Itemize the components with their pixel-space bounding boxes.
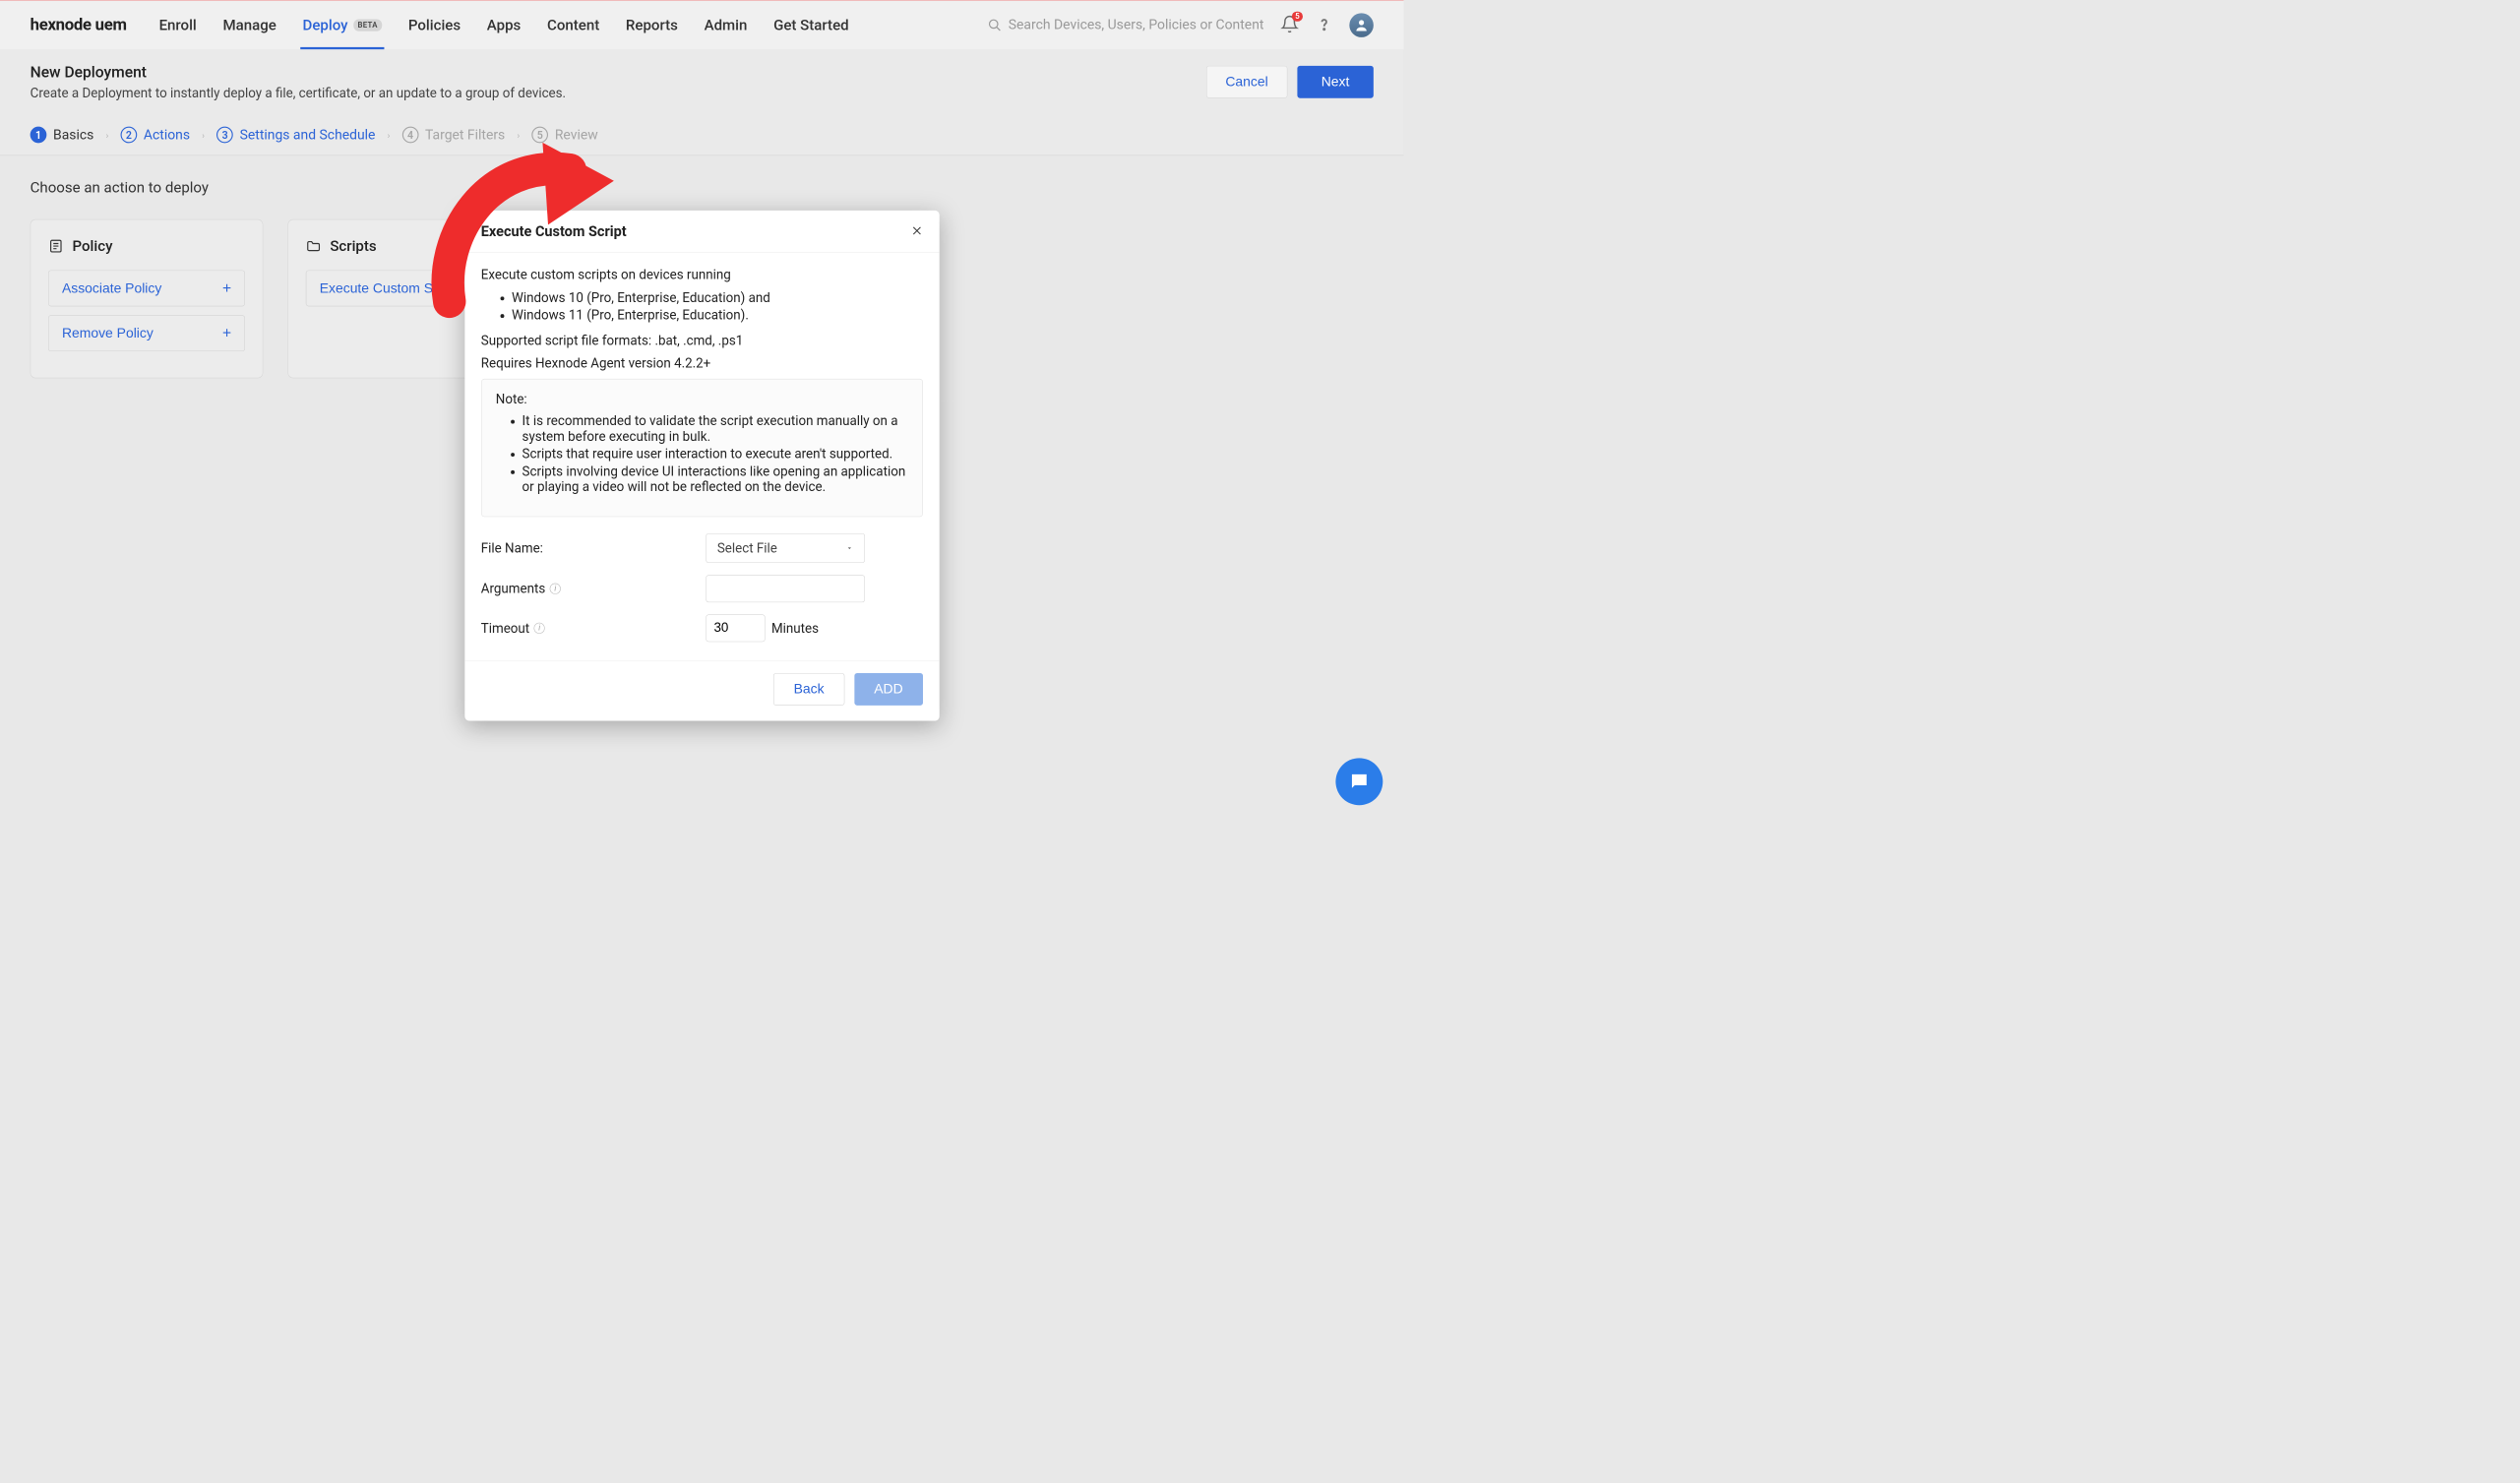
notifications-button[interactable]: 5 bbox=[1280, 15, 1299, 35]
chevron-right-icon: › bbox=[388, 130, 391, 141]
supported-formats: Supported script file formats: .bat, .cm… bbox=[481, 333, 923, 348]
chat-widget-button[interactable] bbox=[1335, 758, 1383, 805]
timeout-row: Timeout i Minutes bbox=[481, 614, 923, 642]
wizard-steps: 1Basics › 2Actions › 3Settings and Sched… bbox=[0, 114, 1403, 155]
chat-icon bbox=[1348, 771, 1370, 792]
file-name-label: File Name: bbox=[481, 540, 706, 556]
nav-manage[interactable]: Manage bbox=[220, 1, 278, 50]
search-icon bbox=[988, 18, 1002, 31]
page-desc: Create a Deployment to instantly deploy … bbox=[31, 86, 566, 101]
step-actions[interactable]: 2Actions bbox=[121, 127, 191, 144]
timeout-input[interactable] bbox=[706, 614, 765, 642]
modal-intro: Execute custom scripts on devices runnin… bbox=[481, 267, 923, 282]
arguments-label: Arguments i bbox=[481, 581, 706, 596]
brand-logo: hexnode uem bbox=[11, 16, 127, 34]
execute-script-modal: Execute Custom Script Execute custom scr… bbox=[464, 211, 939, 721]
add-button[interactable]: ADD bbox=[854, 673, 923, 706]
modal-footer: Back ADD bbox=[464, 660, 939, 720]
topbar-right: Search Devices, Users, Policies or Conte… bbox=[988, 13, 1374, 37]
nav-enroll[interactable]: Enroll bbox=[156, 1, 199, 50]
agent-version: Requires Hexnode Agent version 4.2.2+ bbox=[481, 355, 923, 371]
note-label: Note: bbox=[496, 392, 908, 407]
policy-icon bbox=[48, 238, 64, 254]
nav-reports[interactable]: Reports bbox=[624, 1, 680, 50]
timeout-unit: Minutes bbox=[771, 621, 819, 637]
close-icon bbox=[910, 224, 922, 236]
nav-content[interactable]: Content bbox=[545, 1, 602, 50]
back-button[interactable]: Back bbox=[773, 673, 844, 706]
topbar: hexnode uem Enroll Manage Deploy BETA Po… bbox=[0, 0, 1403, 49]
step-settings[interactable]: 3Settings and Schedule bbox=[216, 127, 375, 144]
modal-close-button[interactable] bbox=[910, 224, 922, 238]
chevron-right-icon: › bbox=[202, 130, 205, 141]
user-avatar[interactable] bbox=[1349, 13, 1374, 37]
avatar-icon bbox=[1354, 18, 1370, 33]
arguments-input[interactable] bbox=[706, 575, 865, 602]
chevron-right-icon: › bbox=[517, 130, 520, 141]
nav-deploy-label: Deploy bbox=[303, 16, 348, 33]
folder-icon bbox=[306, 238, 322, 254]
nav-policies[interactable]: Policies bbox=[406, 1, 463, 50]
policy-card-title: Policy bbox=[48, 237, 245, 255]
page-title: New Deployment bbox=[31, 63, 566, 81]
global-search[interactable]: Search Devices, Users, Policies or Conte… bbox=[988, 17, 1264, 32]
arguments-row: Arguments i bbox=[481, 575, 923, 602]
nav-apps[interactable]: Apps bbox=[485, 1, 523, 50]
caret-down-icon bbox=[845, 544, 853, 552]
info-icon[interactable]: i bbox=[550, 584, 561, 594]
main-nav: Enroll Manage Deploy BETA Policies Apps … bbox=[156, 1, 850, 50]
subheader-titles: New Deployment Create a Deployment to in… bbox=[31, 63, 566, 100]
modal-title: Execute Custom Script bbox=[481, 223, 627, 240]
associate-policy-action[interactable]: Associate Policy+ bbox=[48, 271, 245, 307]
search-placeholder: Search Devices, Users, Policies or Conte… bbox=[1009, 17, 1264, 32]
nav-admin[interactable]: Admin bbox=[702, 1, 749, 50]
modal-header: Execute Custom Script bbox=[464, 211, 939, 253]
step-target-filters: 4Target Filters bbox=[402, 127, 506, 144]
policy-card: Policy Associate Policy+ Remove Policy+ bbox=[31, 219, 264, 379]
remove-policy-action[interactable]: Remove Policy+ bbox=[48, 315, 245, 351]
step-basics[interactable]: 1Basics bbox=[31, 127, 94, 144]
help-button[interactable] bbox=[1316, 15, 1333, 34]
note-list: It is recommended to validate the script… bbox=[496, 413, 908, 494]
page-subheader: New Deployment Create a Deployment to in… bbox=[0, 49, 1403, 114]
subheader-actions: Cancel Next bbox=[1206, 66, 1374, 98]
notification-count-badge: 5 bbox=[1292, 11, 1303, 21]
plus-icon: + bbox=[222, 325, 231, 342]
help-icon bbox=[1316, 15, 1333, 32]
info-icon[interactable]: i bbox=[534, 623, 545, 634]
file-select-dropdown[interactable]: Select File bbox=[706, 533, 865, 563]
os-list: Windows 10 (Pro, Enterprise, Education) … bbox=[481, 290, 923, 323]
timeout-label: Timeout i bbox=[481, 621, 706, 637]
next-button[interactable]: Next bbox=[1297, 66, 1374, 98]
nav-deploy[interactable]: Deploy BETA bbox=[300, 1, 384, 50]
beta-badge: BETA bbox=[353, 19, 382, 31]
modal-body: Execute custom scripts on devices runnin… bbox=[464, 253, 939, 660]
nav-get-started[interactable]: Get Started bbox=[771, 1, 851, 50]
content-heading: Choose an action to deploy bbox=[31, 179, 1374, 197]
step-review: 5Review bbox=[531, 127, 597, 144]
cancel-button[interactable]: Cancel bbox=[1206, 66, 1287, 98]
plus-icon: + bbox=[222, 279, 231, 297]
file-name-row: File Name: Select File bbox=[481, 533, 923, 563]
chevron-right-icon: › bbox=[106, 130, 109, 141]
note-box: Note: It is recommended to validate the … bbox=[481, 379, 923, 517]
